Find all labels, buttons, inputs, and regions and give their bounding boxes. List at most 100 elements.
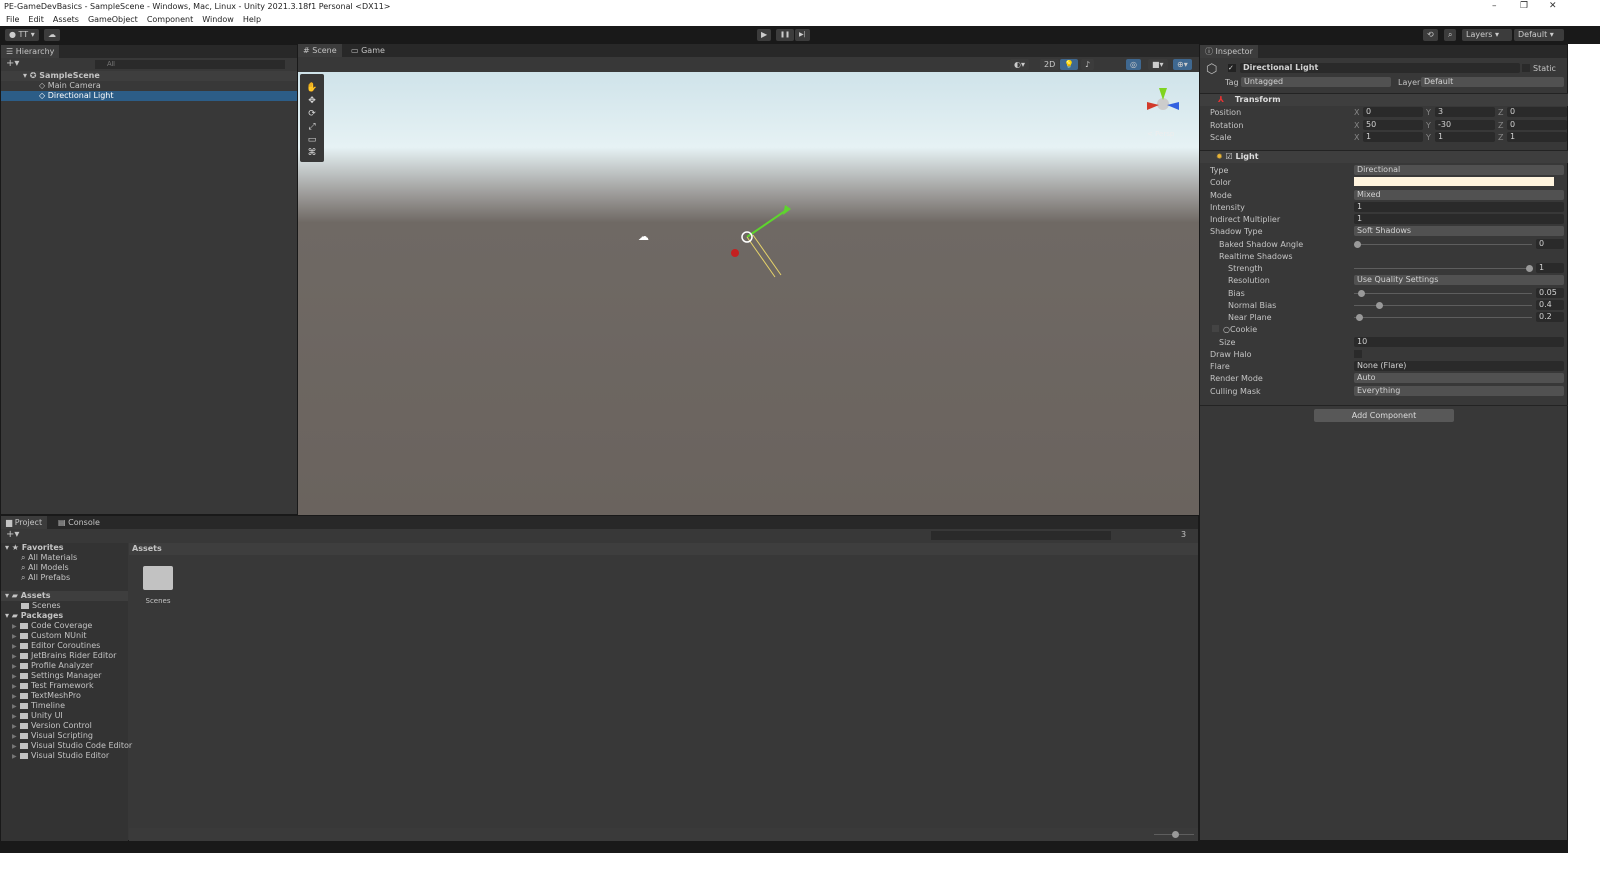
culling-dropdown[interactable]: Everything (1354, 385, 1564, 396)
package-item[interactable]: ▶ Test Framework (1, 681, 128, 691)
indirect-input[interactable]: 1 (1354, 214, 1564, 224)
tab-inspector[interactable]: ⓘ Inspector (1200, 45, 1258, 58)
package-item[interactable]: ▶ Visual Scripting (1, 731, 128, 741)
pause-button[interactable]: ❚❚ (776, 29, 795, 41)
bias-input[interactable]: 0.05 (1536, 287, 1564, 298)
transform-rotation-z-input[interactable]: 0 (1507, 119, 1567, 130)
add-icon[interactable]: +▾ (6, 529, 19, 540)
package-item[interactable]: ▶ Timeline (1, 701, 128, 711)
package-item[interactable]: ▶ TextMeshPro (1, 691, 128, 701)
light-header[interactable]: ✹ ☑ Light (1200, 150, 1568, 163)
light-gizmo[interactable] (723, 197, 798, 287)
packages-node[interactable]: ▾ ▰ Packages (1, 611, 128, 621)
audio-toggle-icon[interactable]: ♪ (1081, 59, 1095, 70)
visibility-toggle-icon[interactable]: ◎ (1126, 59, 1141, 70)
orientation-gizmo[interactable] (1143, 82, 1183, 122)
search-icon[interactable]: ⌕ (1444, 29, 1457, 41)
baked-angle-input[interactable]: 0 (1536, 238, 1564, 249)
breadcrumb[interactable]: Assets (129, 543, 1198, 555)
icon-size-slider[interactable] (1154, 831, 1194, 838)
menu-window[interactable]: Window (202, 13, 234, 26)
transform-position-z-input[interactable]: 0 (1507, 107, 1567, 117)
menu-component[interactable]: Component (147, 13, 193, 26)
scene-viewport[interactable]: ✋ ✥ ⟳ ⤢ ▭ ⌘ ☁ < Persp (298, 72, 1199, 515)
add-icon[interactable]: +▾ (6, 58, 19, 69)
shading-dropdown[interactable]: ◐▾ (1010, 59, 1029, 70)
intensity-input[interactable]: 1 (1354, 201, 1564, 212)
package-item[interactable]: ▶ Visual Studio Code Editor (1, 741, 132, 751)
transform-position-y-input[interactable]: 3 (1435, 107, 1495, 117)
menu-help[interactable]: Help (243, 13, 261, 26)
play-button[interactable]: ▶ (757, 29, 772, 41)
close-button[interactable]: ✕ (1549, 0, 1557, 13)
package-item[interactable]: ▶ Version Control (1, 721, 128, 731)
hierarchy-item[interactable]: ◇ Directional Light (1, 91, 297, 101)
near-plane-input[interactable]: 0.2 (1536, 312, 1564, 322)
package-item[interactable]: ▶ Visual Studio Editor (1, 751, 128, 761)
slider-knob[interactable] (1526, 265, 1533, 272)
favorites-node[interactable]: ▾ ★ Favorites (1, 543, 128, 553)
cookie-checkbox[interactable] (1212, 325, 1219, 333)
cloud-icon[interactable]: ☁ (44, 29, 60, 41)
favorite-item[interactable]: ⌕ All Materials (1, 553, 128, 563)
tool-icons[interactable]: ✋ ✥ ⟳ ⤢ ▭ ⌘ (300, 74, 324, 160)
scene-root[interactable]: ▾ ✪ SampleScene (1, 71, 297, 81)
light-enabled-checkbox[interactable]: ☑ (1226, 152, 1233, 161)
tag-dropdown[interactable]: Untagged (1241, 77, 1391, 87)
shadow-type-dropdown[interactable]: Soft Shadows (1354, 226, 1564, 237)
favorite-item[interactable]: ⌕ All Models (1, 563, 128, 573)
favorite-item[interactable]: ⌕ All Prefabs (1, 573, 128, 583)
tab-hierarchy[interactable]: ☰ Hierarchy (1, 45, 60, 58)
slider-knob[interactable] (1376, 301, 1384, 309)
layer-dropdown[interactable]: Default (1421, 77, 1564, 87)
history-icon[interactable]: ⟲ (1423, 29, 1438, 41)
account-button[interactable]: ● TT ▾ (5, 29, 39, 41)
active-checkbox[interactable]: ✓ (1228, 64, 1236, 72)
package-item[interactable]: ▶ Code Coverage (1, 621, 128, 631)
color-swatch[interactable] (1354, 177, 1554, 187)
package-item[interactable]: ▶ Profile Analyzer (1, 661, 128, 671)
resolution-dropdown[interactable]: Use Quality Settings (1354, 275, 1564, 286)
layout-dropdown[interactable]: Default ▾ (1514, 29, 1564, 41)
hierarchy-search-input[interactable] (95, 60, 285, 69)
minimize-button[interactable]: – (1492, 0, 1497, 13)
tab-scene[interactable]: # Scene (298, 44, 342, 57)
baked-angle-slider[interactable] (1354, 240, 1532, 248)
hierarchy-item[interactable]: ◇ Main Camera (1, 81, 297, 91)
draw-halo-checkbox[interactable] (1354, 349, 1362, 358)
package-item[interactable]: ▶ Settings Manager (1, 671, 128, 681)
slider-knob[interactable] (1172, 831, 1179, 838)
strength-input[interactable]: 1 (1536, 263, 1564, 273)
transform-rotation-x-input[interactable]: 50 (1363, 119, 1423, 130)
package-item[interactable]: ▶ Editor Coroutines (1, 641, 128, 651)
asset-item-scenes[interactable]: Scenes (141, 566, 175, 605)
gizmos-dropdown[interactable]: ⊕▾ (1173, 59, 1192, 70)
expand-arrow-icon[interactable]: ▶ (12, 752, 20, 762)
bias-slider[interactable] (1354, 289, 1532, 297)
hidden-count[interactable]: 3 (1181, 530, 1186, 539)
object-name-input[interactable]: Directional Light (1240, 63, 1520, 73)
tab-project[interactable]: ▆ Project (1, 516, 48, 529)
transform-scale-z-input[interactable]: 1 (1507, 132, 1567, 142)
package-item[interactable]: ▶ Custom NUnit (1, 631, 128, 641)
package-item[interactable]: ▶ JetBrains Rider Editor (1, 651, 128, 661)
transform-position-x-input[interactable]: 0 (1363, 107, 1423, 117)
transform-scale-x-input[interactable]: 1 (1363, 132, 1423, 142)
mode-dropdown[interactable]: Mixed (1354, 189, 1564, 200)
render-mode-dropdown[interactable]: Auto (1354, 373, 1564, 384)
strength-slider[interactable] (1354, 265, 1533, 272)
layers-dropdown[interactable]: Layers ▾ (1462, 29, 1512, 41)
menu-assets[interactable]: Assets (53, 13, 79, 26)
size-input[interactable]: 10 (1354, 336, 1564, 347)
toggle-2d-button[interactable]: 2D (1040, 59, 1060, 70)
static-checkbox[interactable] (1522, 64, 1530, 72)
camera-dropdown[interactable]: ■▾ (1148, 59, 1168, 70)
add-component-button[interactable]: Add Component (1314, 409, 1454, 422)
menu-file[interactable]: File (6, 13, 19, 26)
transform-header[interactable]: ⅄ Transform (1200, 93, 1568, 106)
assets-node[interactable]: ▾ ▰ Assets (1, 591, 128, 601)
menu-edit[interactable]: Edit (28, 13, 44, 26)
tab-game[interactable]: ▭ Game (346, 44, 390, 57)
transform-scale-y-input[interactable]: 1 (1435, 132, 1495, 142)
step-button[interactable]: ▶| (795, 29, 810, 41)
